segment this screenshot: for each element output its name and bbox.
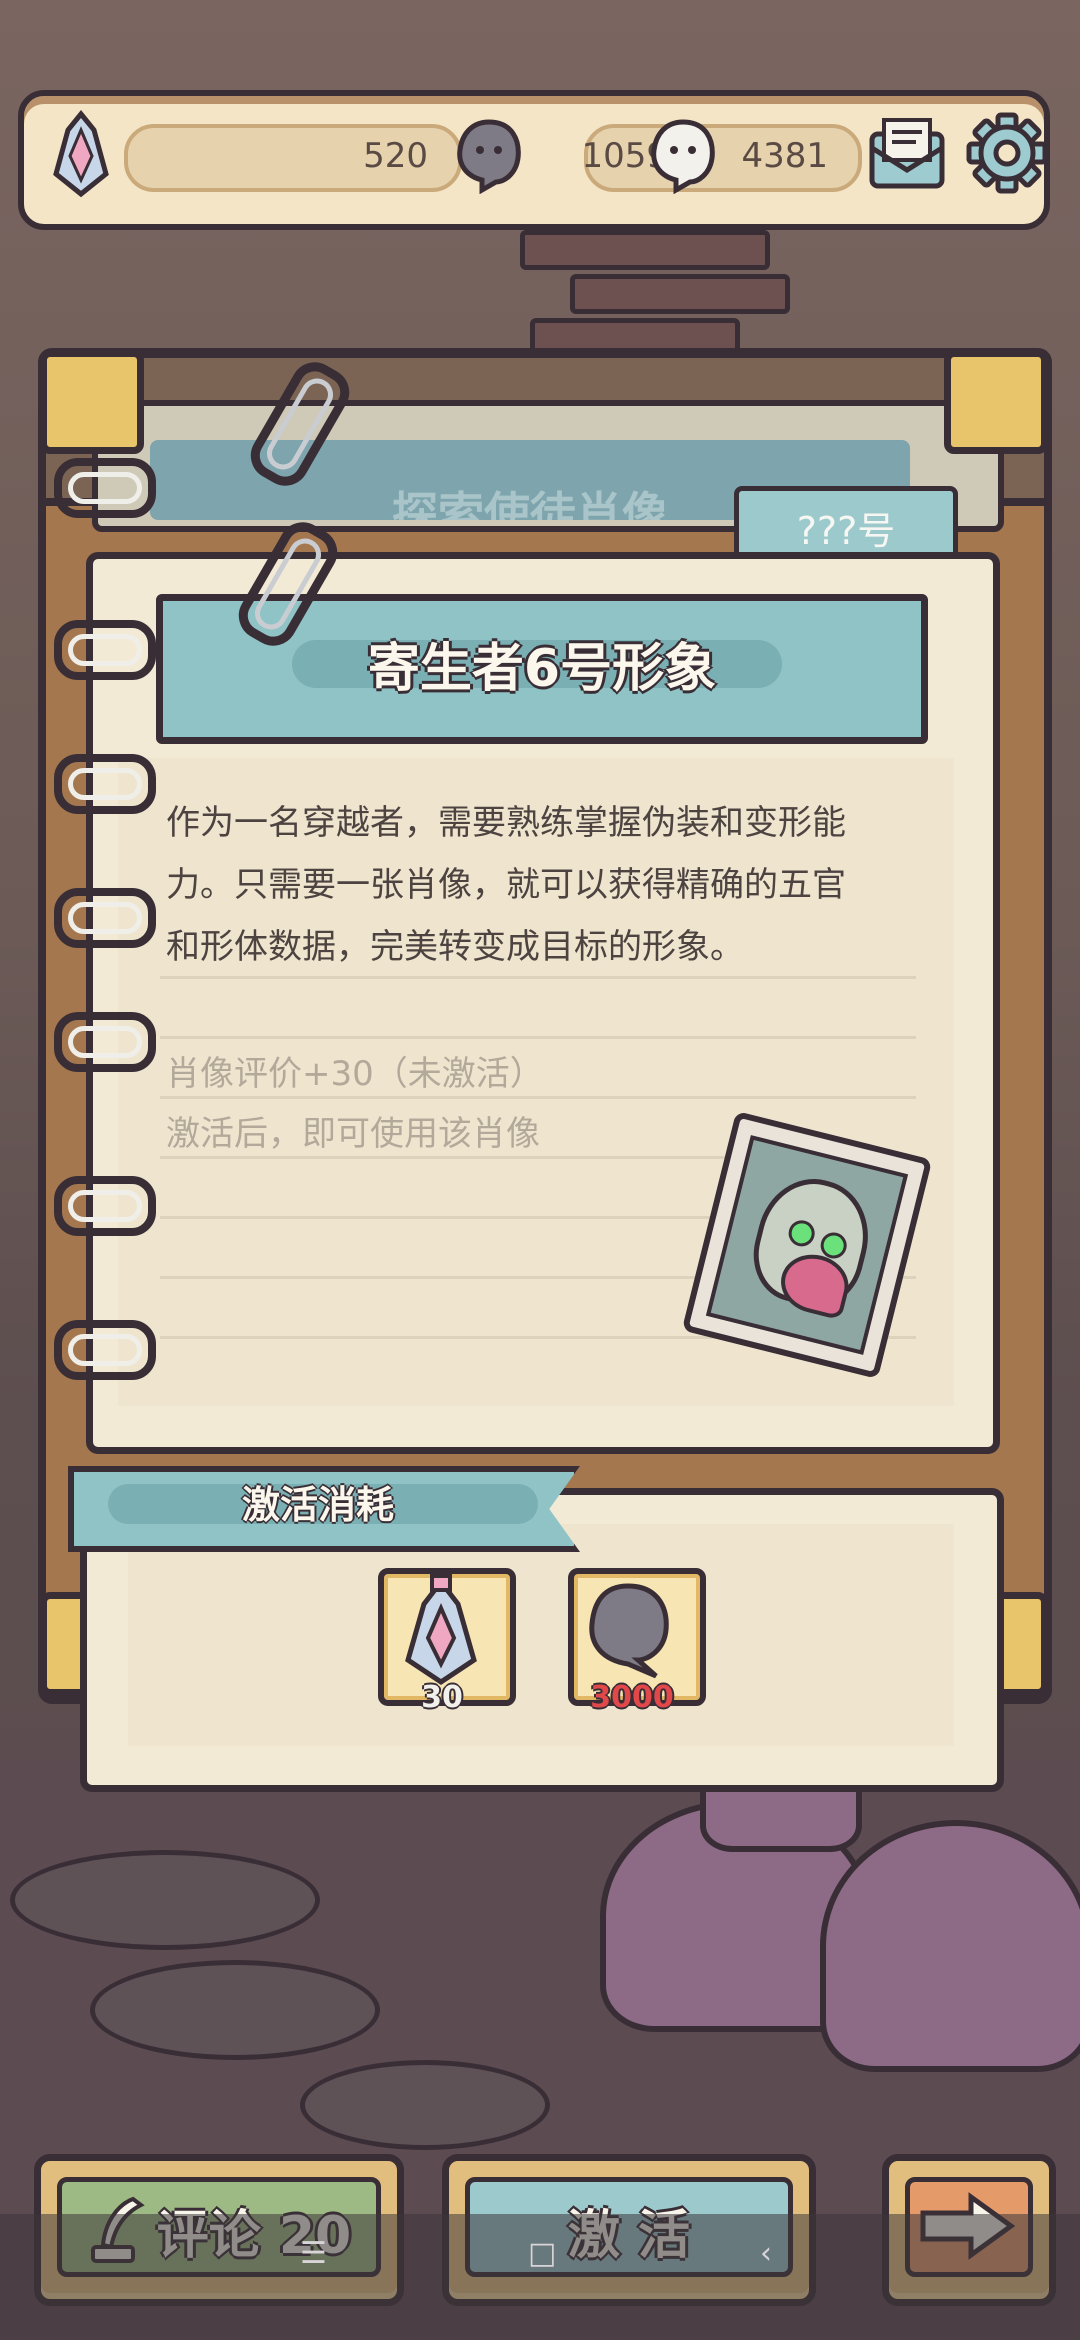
potion-icon: [405, 1574, 477, 1686]
card-description-line-3: 和形体数据，完美转变成目标的形象。: [166, 927, 744, 967]
binder-ring: [54, 754, 156, 814]
portrait-bonus: 肖像评价+30（未激活）: [166, 1054, 544, 1094]
binder-ring: [54, 888, 156, 948]
back-icon[interactable]: ‹: [760, 2236, 772, 2271]
binder-ring: [54, 1320, 156, 1380]
chat-bubble-icon: [651, 119, 715, 194]
binder-ring: [54, 458, 156, 518]
ghost-icon: [457, 119, 521, 194]
potion-icon: [53, 110, 109, 198]
mail-icon[interactable]: [866, 114, 948, 196]
binder-ring: [54, 620, 156, 680]
binder-ring: [54, 1176, 156, 1236]
card-description-line-1: 作为一名穿越者，需要熟练掌握伪装和变形能: [166, 803, 846, 843]
system-navigation-bar: [0, 2214, 1080, 2340]
board-corner: [40, 350, 144, 454]
potion-count: 520: [363, 136, 428, 176]
resource-bar: 520 1059 4381: [18, 90, 1050, 230]
gear-icon[interactable]: [964, 110, 1050, 196]
activation-hint: 激活后，即可使用该肖像: [166, 1114, 540, 1154]
activation-cost-title: 激活消耗: [241, 1483, 394, 1527]
cost-amount-ghost: 3000: [590, 1680, 674, 1715]
home-icon[interactable]: □: [528, 2236, 556, 2271]
binder-ring: [54, 1012, 156, 1072]
ghost-icon: [589, 1583, 669, 1679]
cost-amount-potion: 30: [421, 1680, 463, 1715]
card-description-line-2: 力。只需要一张肖像，就可以获得精确的五官: [166, 865, 846, 905]
chat-count: 4381: [741, 136, 828, 176]
menu-icon[interactable]: ☰: [300, 2236, 327, 2271]
board-corner: [944, 350, 1048, 454]
